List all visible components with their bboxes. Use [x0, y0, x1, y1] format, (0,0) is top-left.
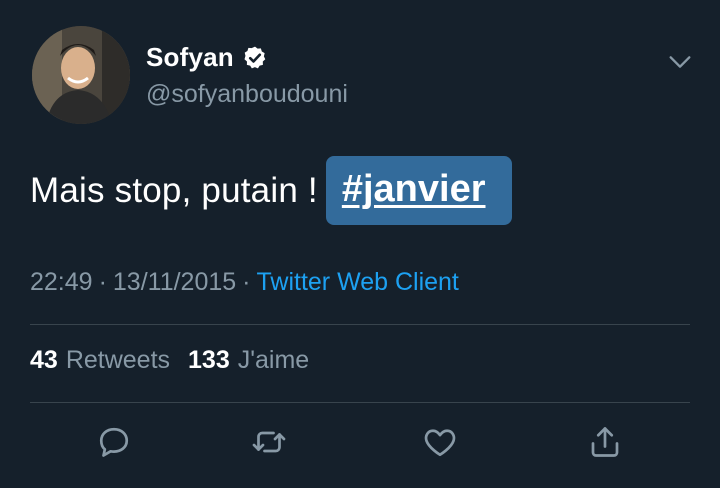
tweet-card: Sofyan @sofyanboudouni Mais stop, putain…	[0, 0, 720, 488]
tweet-time: 22:49	[30, 268, 93, 296]
hashtag-link[interactable]: #janvier	[325, 156, 512, 225]
share-icon	[591, 427, 619, 457]
meta-separator: ·	[242, 268, 251, 296]
action-bar	[0, 420, 720, 470]
retweets-stat[interactable]: 43 Retweets	[30, 346, 170, 375]
tweet-body: Mais stop, putain ! #janvier	[30, 156, 512, 225]
share-button[interactable]	[583, 420, 627, 464]
chevron-down-icon[interactable]	[666, 48, 694, 76]
like-button[interactable]	[418, 420, 462, 464]
retweet-button[interactable]	[247, 420, 291, 464]
tweet-stats: 43 Retweets 133 J'aime	[30, 346, 309, 375]
author-handle[interactable]: @sofyanboudouni	[146, 80, 348, 109]
retweets-label: Retweets	[65, 346, 171, 374]
avatar-image	[32, 26, 130, 124]
tweet-date[interactable]: 13/11/2015	[113, 268, 236, 297]
retweet-icon	[252, 431, 286, 453]
verified-badge-icon	[244, 46, 266, 68]
avatar[interactable]	[32, 26, 130, 124]
reply-button[interactable]	[92, 420, 136, 464]
tweet-metadata: 22:49 · 13/11/2015 · Twitter Web Client	[30, 268, 459, 297]
author-name-row: Sofyan	[146, 42, 268, 73]
divider	[30, 402, 690, 403]
likes-count: 133	[188, 346, 230, 374]
reply-icon	[99, 427, 129, 457]
author-name[interactable]: Sofyan	[146, 42, 234, 73]
likes-stat[interactable]: 133 J'aime	[188, 346, 309, 375]
likes-label: J'aime	[237, 346, 310, 374]
meta-separator: ·	[98, 268, 107, 296]
tweet-client-link[interactable]: Twitter Web Client	[257, 268, 459, 297]
heart-icon	[424, 429, 456, 457]
tweet-text: Mais stop, putain !	[30, 170, 318, 210]
divider	[30, 324, 690, 325]
retweets-count: 43	[30, 346, 58, 374]
